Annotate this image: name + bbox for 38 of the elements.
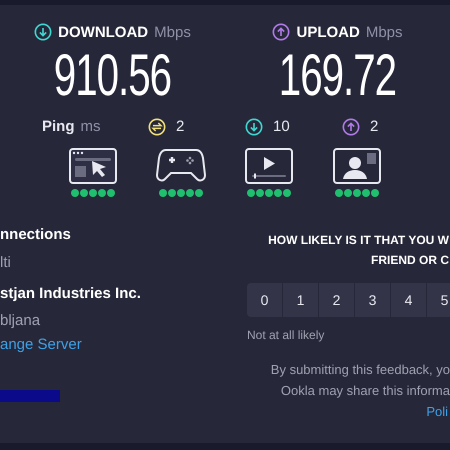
speed-unit: Mbps	[366, 24, 403, 40]
rating-option[interactable]: 1	[283, 283, 319, 317]
speed-label: DOWNLOAD	[58, 24, 148, 40]
disclaimer-text: Ookla may share this informa	[280, 382, 450, 400]
video-player-icon	[245, 148, 293, 184]
connections-label: nnections	[0, 227, 72, 242]
upload-icon	[342, 118, 360, 136]
scale-low-label: Not at all likely	[247, 327, 326, 344]
speed-unit: Mbps	[154, 24, 191, 40]
swap-icon	[148, 118, 166, 136]
download-icon	[34, 23, 52, 41]
ping-value: 10	[273, 116, 290, 137]
video-call-icon	[333, 148, 381, 184]
server-name: stjan Industries Inc.	[0, 286, 142, 301]
upload-icon	[272, 23, 290, 41]
redaction-mark	[0, 390, 60, 402]
browser-cursor-icon	[69, 148, 117, 184]
download-icon	[245, 118, 263, 136]
gamepad-icon	[156, 148, 206, 184]
speed-label: UPLOAD	[296, 24, 360, 40]
disclaimer-text: By submitting this feedback, yo	[270, 361, 450, 379]
change-server-link[interactable]: ange Server	[0, 337, 82, 352]
ping-label: Ping	[42, 116, 74, 137]
speed-value: 910.56	[54, 46, 172, 104]
connections-value: lti	[0, 255, 12, 270]
rating-option[interactable]: 3	[355, 283, 391, 317]
rating-option[interactable]: 5	[427, 283, 450, 317]
ping-value: 2	[176, 116, 184, 137]
ping-unit: ms	[80, 116, 100, 137]
rating-option[interactable]: 0	[247, 283, 283, 317]
ping-value: 2	[370, 116, 378, 137]
survey-question: FRIEND OR C	[371, 252, 449, 269]
survey-question: HOW LIKELY IS IT THAT YOU W	[268, 232, 449, 249]
policy-link[interactable]: Poli	[426, 401, 448, 422]
rating-option[interactable]: 2	[319, 283, 355, 317]
speed-value: 169.72	[278, 46, 396, 104]
rating-option[interactable]: 4	[391, 283, 427, 317]
server-location: bljana	[0, 313, 42, 328]
